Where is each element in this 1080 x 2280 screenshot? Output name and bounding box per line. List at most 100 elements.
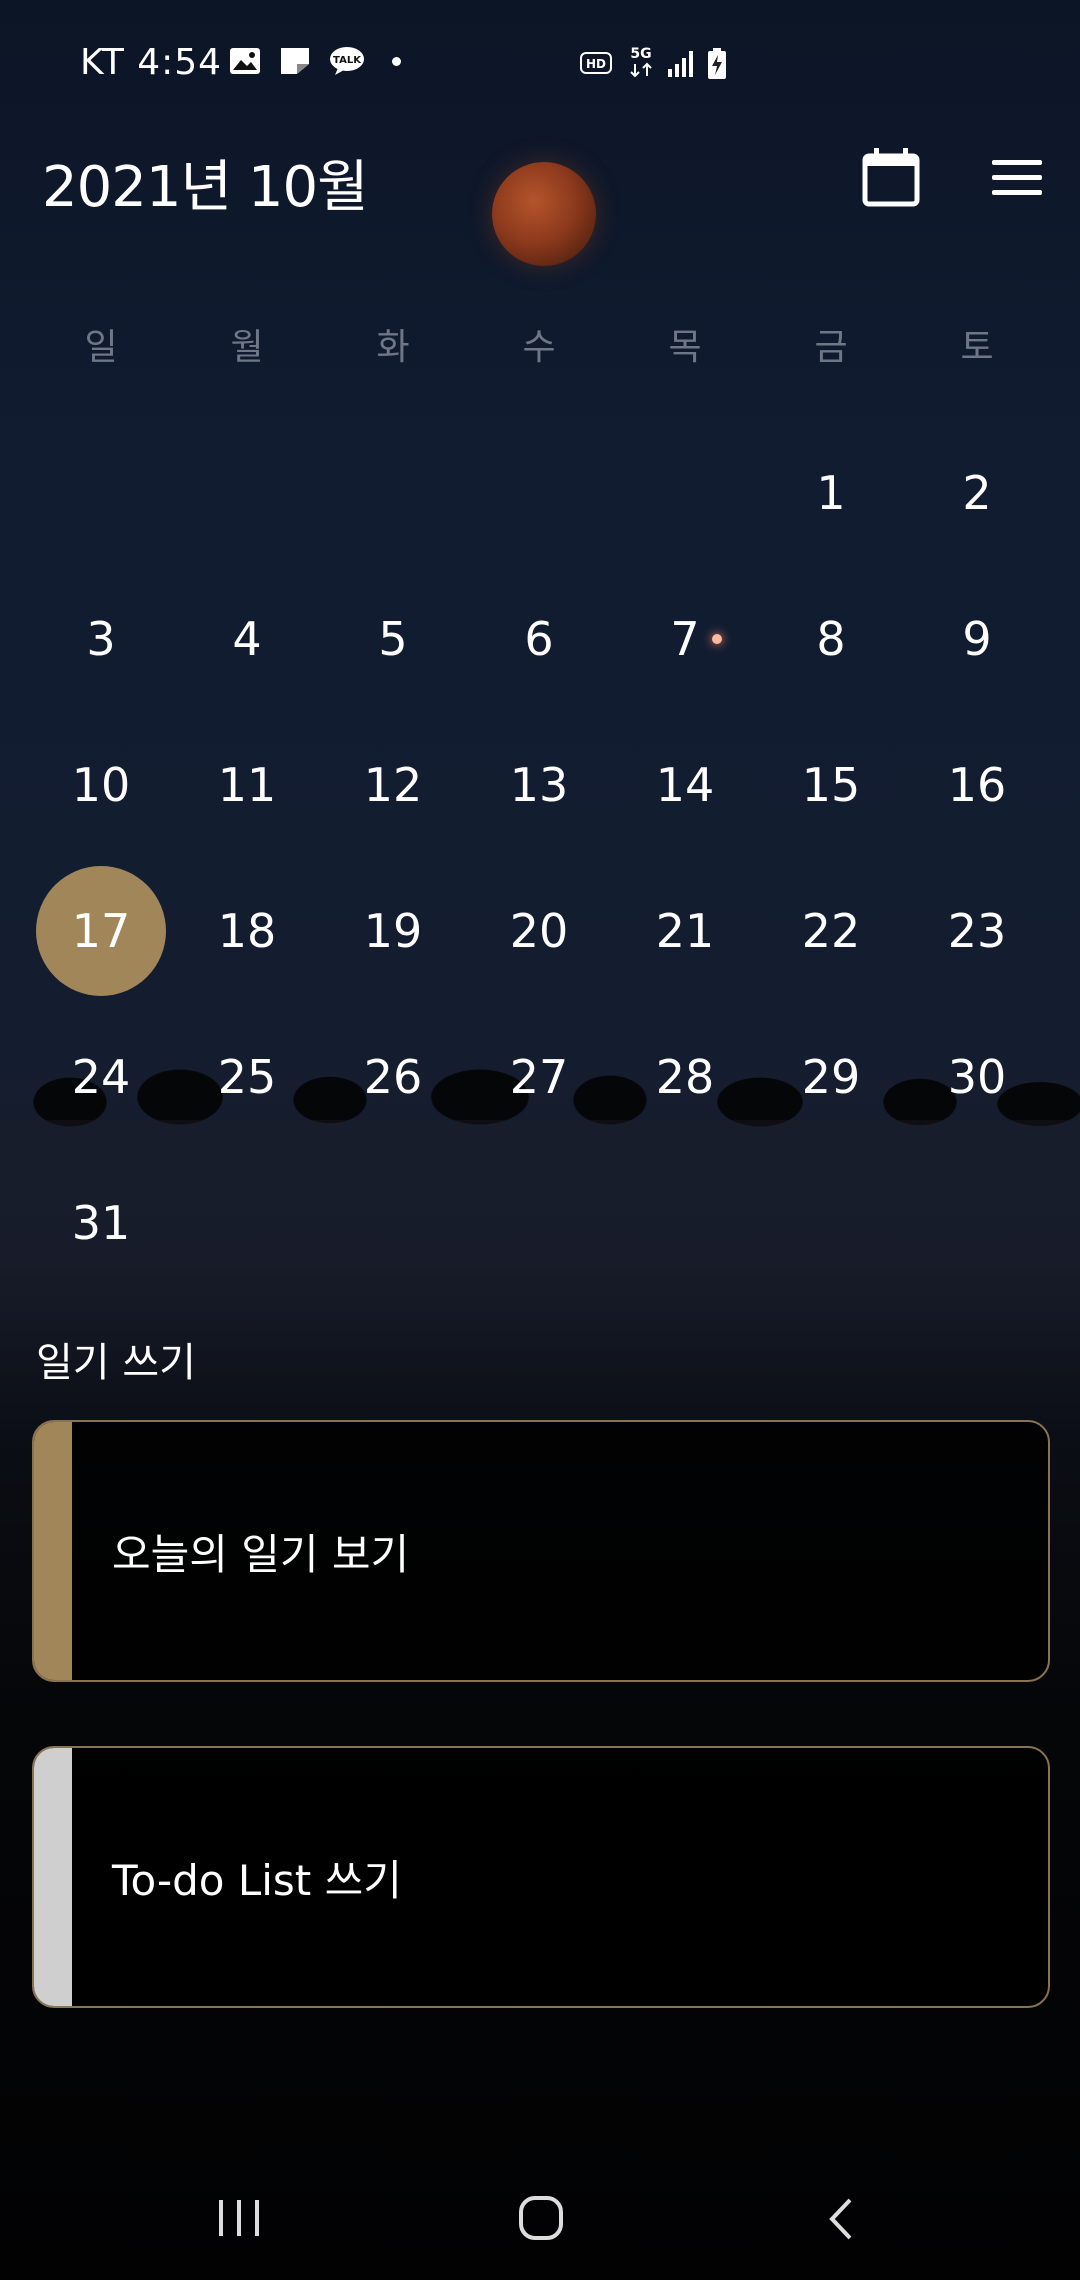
weekday-wed: 수 <box>522 327 556 368</box>
calendar-day-number: 30 <box>947 1050 1007 1104</box>
kakaotalk-icon: TALK <box>330 47 364 75</box>
calendar-day[interactable]: 6 <box>466 566 612 712</box>
calendar-day-number: 21 <box>655 904 715 958</box>
calendar-day[interactable]: 11 <box>174 712 320 858</box>
moon-background <box>492 162 596 266</box>
calendar-day[interactable]: 31 <box>28 1150 174 1296</box>
calendar-day-number: 11 <box>217 758 277 812</box>
calendar-day[interactable]: 3 <box>28 566 174 712</box>
calendar-day[interactable]: 9 <box>904 566 1050 712</box>
calendar-empty-cell <box>320 420 466 566</box>
weekday-thu: 목 <box>668 327 702 368</box>
recent-apps-icon[interactable] <box>215 2196 263 2240</box>
calendar-day-number: 20 <box>509 904 569 958</box>
menu-icon[interactable] <box>990 154 1044 202</box>
hd-voice-icon: HD <box>580 52 612 74</box>
calendar-day-number: 8 <box>816 612 846 666</box>
calendar-day[interactable]: 14 <box>612 712 758 858</box>
calendar-day-number: 3 <box>86 612 116 666</box>
battery-charging-icon <box>708 48 726 79</box>
calendar-day[interactable]: 24 <box>28 1004 174 1150</box>
5g-icon: 5G <box>630 46 652 78</box>
weekday-sat: 토 <box>960 327 994 368</box>
calendar-day[interactable]: 25 <box>174 1004 320 1150</box>
calendar-day[interactable]: 10 <box>28 712 174 858</box>
calendar-day-number: 13 <box>509 758 569 812</box>
calendar-day[interactable]: 30 <box>904 1004 1050 1150</box>
signal-icon <box>668 51 693 77</box>
status-bar: KT 4:54 TALK HD 5G <box>0 0 1080 130</box>
calendar-day-number: 22 <box>801 904 861 958</box>
calendar-day[interactable]: 18 <box>174 858 320 1004</box>
calendar-day[interactable]: 7 <box>612 566 758 712</box>
calendar-icon[interactable] <box>858 144 924 210</box>
card-accent-bar <box>34 1748 72 2006</box>
calendar-day[interactable]: 28 <box>612 1004 758 1150</box>
kakaotalk-label: TALK <box>333 55 362 66</box>
calendar-day[interactable]: 29 <box>758 1004 904 1150</box>
calendar-day-number: 7 <box>670 612 700 666</box>
calendar-day-number: 14 <box>655 758 715 812</box>
calendar-day-number: 26 <box>363 1050 423 1104</box>
card-accent-bar <box>34 1422 72 1680</box>
calendar-day[interactable]: 22 <box>758 858 904 1004</box>
sticky-note-icon <box>281 48 309 74</box>
calendar-day[interactable]: 21 <box>612 858 758 1004</box>
month-title: 2021년 10월 <box>42 155 369 220</box>
calendar-day-number: 16 <box>947 758 1007 812</box>
calendar-day-number: 27 <box>509 1050 569 1104</box>
weekday-tue: 화 <box>376 327 410 368</box>
calendar-day-number: 24 <box>71 1050 131 1104</box>
calendar-day-number: 17 <box>71 904 131 958</box>
calendar-day[interactable]: 15 <box>758 712 904 858</box>
calendar-day[interactable]: 2 <box>904 420 1050 566</box>
calendar-day[interactable]: 4 <box>174 566 320 712</box>
weekday-fri: 금 <box>814 327 848 368</box>
home-icon[interactable] <box>517 2194 565 2242</box>
calendar-day[interactable]: 5 <box>320 566 466 712</box>
5g-label: 5G <box>630 46 651 62</box>
calendar-day-number: 29 <box>801 1050 861 1104</box>
calendar-day-number: 5 <box>378 612 408 666</box>
calendar-day[interactable]: 8 <box>758 566 904 712</box>
status-system-icons: HD 5G <box>580 44 728 84</box>
calendar-day[interactable]: 13 <box>466 712 612 858</box>
calendar-day-selected[interactable]: 17 <box>28 858 174 1004</box>
calendar-day-number: 31 <box>71 1196 131 1250</box>
calendar-day[interactable]: 20 <box>466 858 612 1004</box>
calendar-day[interactable]: 27 <box>466 1004 612 1150</box>
status-notification-icons: TALK <box>228 46 401 76</box>
calendar-day[interactable]: 23 <box>904 858 1050 1004</box>
calendar-day-number: 1 <box>816 466 846 520</box>
navigation-bar <box>0 2160 1080 2280</box>
weekday-mon: 월 <box>230 327 264 368</box>
weekday-header: 일 월 화 수 목 금 토 <box>0 318 1080 370</box>
calendar-empty-cell <box>28 420 174 566</box>
calendar-day-number: 2 <box>962 466 992 520</box>
calendar-day-number: 18 <box>217 904 277 958</box>
calendar-empty-cell <box>612 420 758 566</box>
status-carrier-time: KT 4:54 <box>80 42 223 83</box>
section-title: 일기 쓰기 <box>36 1340 196 1386</box>
hd-label: HD <box>586 57 606 71</box>
todo-list-button[interactable]: To-do List 쓰기 <box>32 1746 1050 2008</box>
weekday-sun: 일 <box>84 327 118 368</box>
calendar-empty-cell <box>174 420 320 566</box>
calendar-day-number: 4 <box>232 612 262 666</box>
calendar-day[interactable]: 16 <box>904 712 1050 858</box>
image-icon <box>230 48 260 74</box>
calendar-day-number: 12 <box>363 758 423 812</box>
calendar-day[interactable]: 12 <box>320 712 466 858</box>
view-diary-button[interactable]: 오늘의 일기 보기 <box>32 1420 1050 1682</box>
calendar-day[interactable]: 19 <box>320 858 466 1004</box>
calendar-empty-cell <box>466 420 612 566</box>
calendar-day-number: 19 <box>363 904 423 958</box>
calendar-day[interactable]: 26 <box>320 1004 466 1150</box>
view-diary-label: 오늘의 일기 보기 <box>112 1529 410 1579</box>
calendar-day[interactable]: 1 <box>758 420 904 566</box>
calendar-day-number: 25 <box>217 1050 277 1104</box>
calendar-grid: 1 2 3 4 5 6 7 8 9 10 11 12 13 14 15 16 17 18 19 20 21 22 23 24 2… <box>28 420 1050 1296</box>
calendar-day-number: 6 <box>524 612 554 666</box>
back-icon[interactable] <box>822 2194 862 2244</box>
todo-list-label: To-do List 쓰기 <box>112 1855 402 1905</box>
